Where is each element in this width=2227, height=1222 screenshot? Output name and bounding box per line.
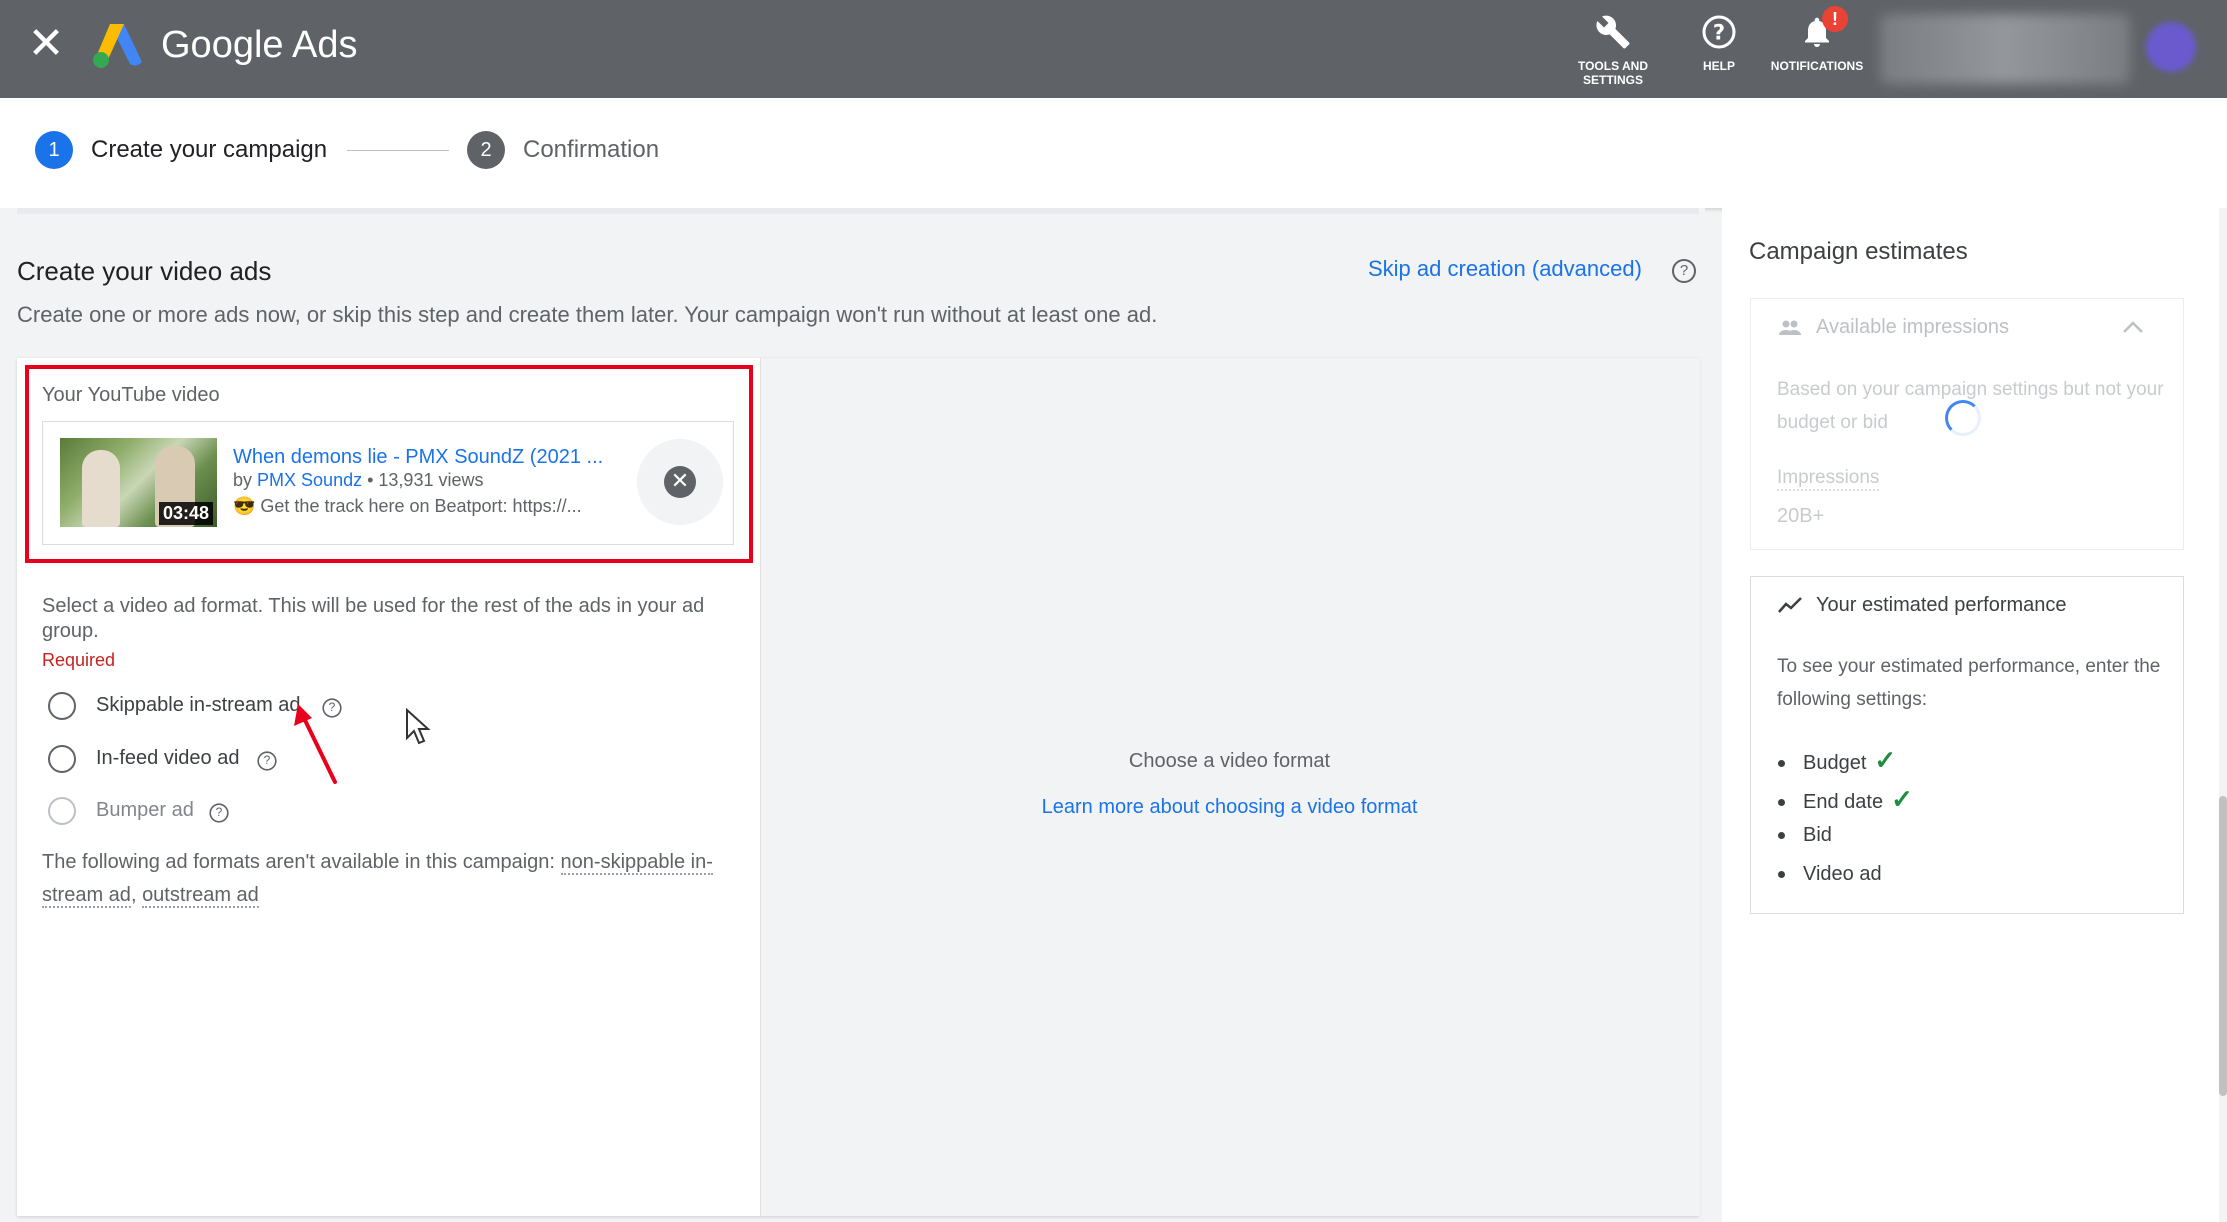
- view-count: • 13,931 views: [367, 470, 484, 490]
- remove-video-button[interactable]: ✕: [637, 439, 723, 525]
- performance-header: Your estimated performance: [1816, 594, 2067, 616]
- video-title-link[interactable]: When demons lie - PMX SoundZ (2021 ...: [233, 446, 603, 469]
- annotation-arrow-icon: [294, 704, 337, 784]
- help-label: HELP: [1702, 59, 1735, 73]
- unavailable-formats-note: The following ad formats aren't availabl…: [42, 846, 742, 912]
- stepper-bar: [0, 98, 2227, 208]
- radio-in-feed-video[interactable]: [48, 745, 76, 773]
- section-title: Create your video ads: [17, 256, 272, 286]
- impressions-value: 20B+: [1777, 505, 1825, 527]
- close-icon[interactable]: ✕: [26, 22, 66, 66]
- close-circle-icon: ✕: [664, 466, 696, 498]
- checkmark-icon: ✓: [1891, 784, 1913, 814]
- unavailable-separator: ,: [130, 884, 137, 906]
- performance-description: To see your estimated performance, enter…: [1777, 656, 2161, 710]
- stepper-connector: [347, 150, 449, 151]
- notification-badge: !: [1822, 6, 1848, 32]
- section-divider: [17, 208, 1699, 214]
- people-icon: [1779, 320, 1801, 335]
- help-icon[interactable]: ?: [209, 803, 229, 823]
- google-ads-logo-icon: [92, 22, 142, 68]
- requirement-item: Video ad: [1778, 863, 1882, 886]
- requirement-label: Video ad: [1803, 863, 1882, 885]
- radio-skippable-in-stream[interactable]: [48, 692, 76, 720]
- step-1-label[interactable]: Create your campaign: [91, 131, 327, 169]
- learn-more-link[interactable]: Learn more about choosing a video format: [760, 796, 1699, 819]
- help-button[interactable]: ? HELP: [1669, 14, 1769, 73]
- requirement-label: End date: [1803, 791, 1884, 813]
- unavailable-prefix: The following ad formats aren't availabl…: [42, 851, 555, 873]
- brand-name: Google Ads: [161, 24, 358, 66]
- checkmark-icon: ✓: [1874, 745, 1897, 775]
- requirement-item: Bid: [1778, 824, 1832, 847]
- impressions-label: Impressions: [1777, 467, 1880, 491]
- unavailable-format-2[interactable]: outstream ad: [142, 884, 259, 908]
- tools-and-settings-button[interactable]: TOOLS AND SETTINGS: [1563, 14, 1663, 87]
- section-description: Create one or more ads now, or skip this…: [17, 302, 1158, 327]
- wrench-icon: [1596, 15, 1630, 49]
- choose-format-text: Choose a video format: [1128, 750, 1331, 772]
- video-thumbnail[interactable]: 03:48: [60, 438, 217, 527]
- format-description: Select a video ad format. This will be u…: [42, 595, 705, 642]
- notifications-button[interactable]: NOTIFICATIONS: [1767, 14, 1867, 73]
- ad-preview-pane: [760, 358, 1700, 1216]
- channel-link[interactable]: PMX Soundz: [257, 470, 362, 490]
- avatar[interactable]: [2146, 22, 2196, 72]
- video-duration: 03:48: [158, 502, 213, 525]
- help-icon[interactable]: ?: [257, 751, 277, 771]
- account-info-blurred[interactable]: [1880, 14, 2130, 84]
- format-option-label[interactable]: Bumper ad: [96, 799, 194, 822]
- scrollbar-thumb[interactable]: [2219, 796, 2227, 1096]
- tools-label-2: SETTINGS: [1582, 73, 1643, 87]
- step-1-indicator: 1: [35, 131, 73, 169]
- step-2-indicator: 2: [467, 131, 505, 169]
- step-2-label[interactable]: Confirmation: [523, 131, 659, 169]
- requirement-label: Bid: [1803, 824, 1832, 846]
- help-icon[interactable]: ?: [1672, 259, 1696, 283]
- side-panel-title: Campaign estimates: [1749, 238, 1968, 265]
- format-option-label[interactable]: Skippable in-stream ad: [96, 694, 301, 717]
- svg-text:?: ?: [1713, 21, 1725, 45]
- requirement-label: Budget: [1803, 752, 1867, 774]
- help-circle-icon: ?: [1702, 15, 1736, 49]
- notifications-label: NOTIFICATIONS: [1770, 59, 1864, 73]
- required-label: Required: [42, 650, 116, 670]
- skip-ad-creation-link[interactable]: Skip ad creation (advanced): [1368, 256, 1642, 282]
- requirement-item: Budget ✓: [1778, 745, 1896, 776]
- video-meta: by PMX Soundz • 13,931 views: [233, 470, 483, 491]
- requirement-item: End date ✓: [1778, 784, 1913, 815]
- loading-spinner-icon: [1945, 400, 1981, 436]
- tools-label-1: TOOLS AND: [1577, 59, 1648, 73]
- mouse-cursor-icon: [406, 708, 431, 745]
- radio-bumper-ad[interactable]: [48, 797, 76, 825]
- format-option-label[interactable]: In-feed video ad: [96, 747, 239, 770]
- by-prefix: by: [233, 470, 253, 490]
- trending-up-icon: [1778, 597, 1802, 613]
- video-description: 😎 Get the track here on Beatport: https:…: [233, 496, 582, 516]
- chevron-up-icon[interactable]: [2122, 320, 2144, 334]
- impressions-header: Available impressions: [1816, 316, 2010, 338]
- youtube-video-label: Your YouTube video: [42, 384, 220, 406]
